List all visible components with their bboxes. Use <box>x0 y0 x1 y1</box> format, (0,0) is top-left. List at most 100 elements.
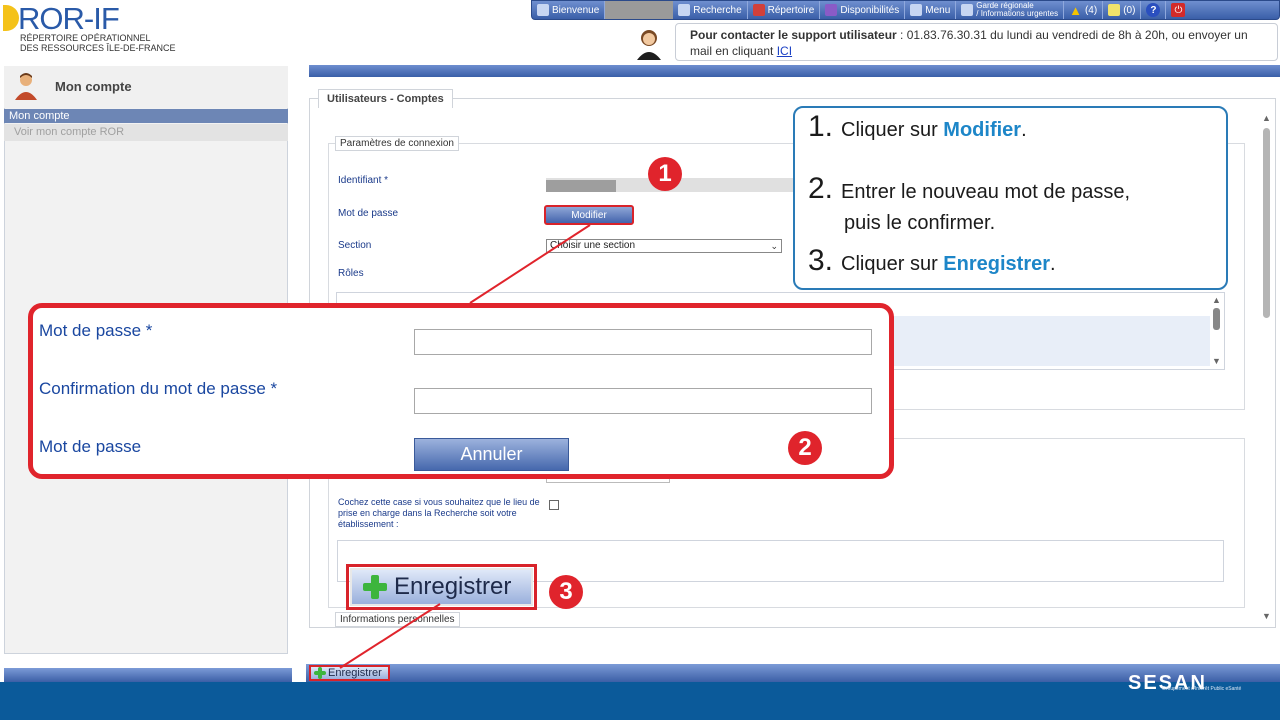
modifier-button[interactable]: Modifier <box>544 205 634 225</box>
connexion-legend: Paramètres de connexion <box>335 136 459 151</box>
nav-recherche-label: Recherche <box>693 4 742 16</box>
nav-garde[interactable]: Garde régionale / Informations urgentes <box>956 1 1065 19</box>
nav-help[interactable]: ? <box>1141 1 1167 19</box>
sidebar-item-mon-compte[interactable]: Mon compte <box>4 109 288 123</box>
nav-bienvenue[interactable]: Bienvenue <box>532 1 606 19</box>
support-avatar-icon <box>637 30 661 60</box>
user-icon <box>537 4 549 16</box>
enregistrer-small-label: Enregistrer <box>328 667 382 679</box>
chevron-down-icon: ⌄ <box>770 241 778 251</box>
main-scroll-up-icon[interactable]: ▲ <box>1262 113 1271 123</box>
instruction-step-1: 1. Cliquer sur Modifier. <box>808 110 1027 144</box>
message-icon <box>1108 4 1121 16</box>
nav-repertoire[interactable]: Répertoire <box>748 1 821 19</box>
availability-icon <box>825 4 838 16</box>
new-password-field[interactable] <box>414 329 872 355</box>
nav-alerts[interactable]: ▲ (4) <box>1064 1 1104 19</box>
step3-keyword: Enregistrer <box>943 253 1051 275</box>
step3-number: 3. <box>808 244 834 277</box>
popup-confirm-label: Confirmation du mot de passe * <box>39 379 278 398</box>
support-bold: Pour contacter le support utilisateur <box>690 28 897 42</box>
warning-icon: ▲ <box>1069 2 1082 18</box>
enregistrer-button-zoomed[interactable]: Enregistrer <box>346 564 537 610</box>
power-icon: ⏻ <box>1171 3 1186 17</box>
popup-mdp-label-2: Mot de passe <box>39 437 142 456</box>
plus-icon <box>314 667 326 679</box>
footer-subtitle: Groupement d'Intérêt Public eSanté <box>1162 686 1242 692</box>
footer-bar <box>0 682 1280 720</box>
step1-pre: Cliquer sur <box>841 119 944 141</box>
roles-list-highlight <box>880 316 1210 366</box>
annuler-button[interactable]: Annuler <box>414 438 569 471</box>
nav-recherche[interactable]: Recherche <box>673 1 748 19</box>
nav-garde-label: Garde régionale / Informations urgentes <box>976 2 1058 18</box>
nav-disponibilites[interactable]: Disponibilités <box>820 1 906 19</box>
identifiant-value-redacted <box>546 180 616 192</box>
nav-bienvenue-label: Bienvenue <box>552 4 600 16</box>
step1-text: Cliquer sur Modifier. <box>841 119 1027 142</box>
nav-messages[interactable]: (0) <box>1103 1 1142 19</box>
step3-pre: Cliquer sur <box>841 253 944 275</box>
main-top-bar <box>309 65 1280 77</box>
enregistrer-big-label: Enregistrer <box>394 573 512 600</box>
plus-icon <box>362 574 388 600</box>
roles-label: Rôles <box>338 268 364 279</box>
account-avatar-icon <box>15 73 37 100</box>
step-badge-2: 2 <box>788 431 822 465</box>
step3-post: . <box>1050 253 1056 275</box>
tab-utilisateurs-comptes[interactable]: Utilisateurs - Comptes <box>318 89 453 108</box>
garde-icon <box>961 4 974 16</box>
nav-disponibilites-label: Disponibilités <box>840 4 900 16</box>
step-badge-3: 3 <box>549 575 583 609</box>
identifiant-label: Identifiant * <box>338 175 389 186</box>
step3-text: Cliquer sur Enregistrer. <box>841 253 1056 276</box>
step2-line2: puis le confirmer. <box>844 212 996 234</box>
logo-subtitle-line1: RÉPERTOIRE OPÉRATIONNEL <box>20 33 151 43</box>
book-icon <box>752 4 765 16</box>
instruction-step-3: 3. Cliquer sur Enregistrer. <box>808 244 1056 278</box>
roles-scroll-thumb[interactable] <box>1213 308 1220 330</box>
confirm-password-field[interactable] <box>414 388 872 414</box>
nav-username-redacted <box>605 1 674 19</box>
nav-messages-count: (0) <box>1123 4 1136 16</box>
popup-mdp-label: Mot de passe * <box>39 321 153 340</box>
logo-mark <box>3 5 19 31</box>
section-select-value: Choisir une section <box>550 240 636 251</box>
sidebar-item-voir-compte[interactable]: Voir mon compte ROR <box>4 124 288 141</box>
lieu-prise-en-charge-text: Cochez cette case si vous souhaitez que … <box>338 497 540 529</box>
instruction-step-2: 2. Entrer le nouveau mot de passe, <box>808 172 1130 206</box>
nav-menu-label: Menu <box>925 4 951 16</box>
help-icon: ? <box>1146 3 1161 17</box>
enregistrer-button[interactable]: Enregistrer <box>309 665 390 681</box>
sidebar-title: Mon compte <box>55 79 132 94</box>
nav-menu[interactable]: Menu <box>905 1 957 19</box>
step2-line1: Entrer le nouveau mot de passe, <box>841 181 1131 203</box>
nav-power[interactable]: ⏻ <box>1166 1 1190 19</box>
step-badge-1: 1 <box>648 157 682 191</box>
support-link[interactable]: ICI <box>777 44 792 58</box>
logo-title[interactable]: ROR-IF <box>18 1 120 37</box>
menu-icon <box>910 4 923 16</box>
nav-garde-line2: / Informations urgentes <box>976 9 1059 18</box>
main-scroll-thumb[interactable] <box>1263 128 1270 318</box>
informations-legend: Informations personnelles <box>335 612 460 627</box>
lieu-prise-en-charge-checkbox[interactable] <box>549 500 559 510</box>
sidebar-footer-bar <box>4 668 292 682</box>
step1-keyword: Modifier <box>943 119 1022 141</box>
main-scroll-down-icon[interactable]: ▼ <box>1262 611 1271 621</box>
nav-alerts-count: (4) <box>1084 4 1098 16</box>
search-arrow-icon <box>678 4 691 16</box>
step2-number: 2. <box>808 172 834 205</box>
roles-scroll-up-icon[interactable]: ▲ <box>1212 295 1221 305</box>
section-label: Section <box>338 240 372 251</box>
step1-number: 1. <box>808 110 834 143</box>
section-select[interactable]: Choisir une section ⌄ <box>546 239 782 253</box>
motdepasse-label: Mot de passe <box>338 208 399 219</box>
logo-subtitle: RÉPERTOIRE OPÉRATIONNEL DES RESSOURCES Î… <box>20 33 176 53</box>
nav-repertoire-label: Répertoire <box>767 4 815 16</box>
sidebar-header <box>4 66 288 108</box>
support-banner: Pour contacter le support utilisateur : … <box>675 23 1278 61</box>
top-navigation: Bienvenue Recherche Répertoire Disponibi… <box>531 0 1280 20</box>
instructions-box: 1. Cliquer sur Modifier. 2. Entrer le no… <box>793 106 1228 290</box>
roles-scroll-down-icon[interactable]: ▼ <box>1212 356 1221 366</box>
